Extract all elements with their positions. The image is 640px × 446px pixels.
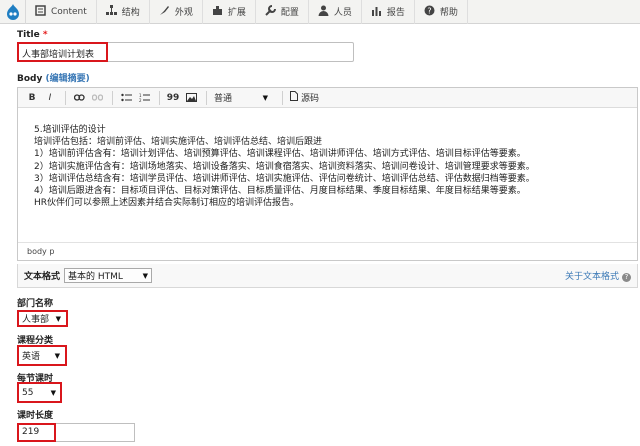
admin-toolbar: Content 结构 外观 扩展 配置 人员 报告 ? 帮助: [0, 0, 640, 24]
link-icon[interactable]: [71, 90, 87, 106]
chevron-down-icon: ▼: [262, 93, 268, 102]
source-icon: [290, 91, 298, 104]
duration-highlight-box: [17, 423, 56, 442]
help-icon: ?: [622, 273, 631, 282]
image-icon[interactable]: [183, 90, 199, 106]
help-icon: ?: [424, 5, 435, 19]
about-text-formats-link[interactable]: 关于文本格式?: [565, 269, 631, 282]
toolbar-item-reports[interactable]: 报告: [362, 0, 415, 24]
toolbar-item-extend[interactable]: 扩展: [203, 0, 256, 24]
toolbar-item-label: 配置: [280, 8, 299, 18]
appearance-icon: [159, 5, 170, 19]
toolbar-divider: [112, 90, 113, 105]
content-line: 培训评估包括：培训前评估、培训实施评估、培训评估总结、培训后跟进: [34, 137, 323, 148]
toolbar-divider: [65, 90, 66, 105]
edit-summary-link[interactable]: (编辑摘要): [46, 74, 90, 84]
toolbar-divider: [206, 90, 207, 105]
wrench-icon: [265, 4, 276, 19]
source-button[interactable]: 源码: [288, 90, 321, 106]
toolbar-item-config[interactable]: 配置: [256, 0, 309, 24]
bulleted-list-icon[interactable]: [118, 90, 134, 106]
reports-icon: [371, 5, 382, 19]
text-format-label: 文本格式: [24, 272, 61, 282]
toolbar-item-label: 帮助: [439, 8, 458, 18]
element-path-bar: body p: [18, 242, 637, 260]
text-format-row: 文本格式 基本的 HTML ▼ 关于文本格式?: [17, 264, 638, 288]
toolbar-divider: [159, 90, 160, 105]
toolbar-item-label: 报告: [386, 8, 405, 18]
toolbar-item-label: Content: [51, 6, 87, 17]
content-line: 1）培训前评估含有：培训计划评估、培训预算评估、培训课程评估、培训讲师评估、培训…: [34, 149, 526, 160]
duration-label: 课时长度: [17, 411, 54, 421]
extend-icon: [212, 5, 223, 19]
content-line: HR伙伴们可以参照上述因素并结合实际制订相应的培训评估报告。: [34, 198, 300, 209]
people-icon: [318, 5, 329, 19]
svg-text:?: ?: [427, 6, 431, 15]
italic-button[interactable]: I: [42, 90, 58, 106]
editor-content[interactable]: 5.培训评估的设计 培训评估包括：培训前评估、培训实施评估、培训评估总结、培训后…: [18, 108, 637, 209]
title-highlight-box: [17, 42, 108, 62]
toolbar-item-label: 扩展: [227, 8, 246, 18]
title-label: Title *: [17, 30, 48, 40]
paragraph-format-dropdown[interactable]: 普通 ▼: [212, 90, 270, 106]
toolbar-item-structure[interactable]: 结构: [97, 0, 150, 24]
content-line: 4）培训后跟进含有：目标项目评估、目标对策评估、目标质量评估、月度目标结果、季度…: [34, 186, 526, 197]
structure-icon: [105, 4, 117, 19]
numbered-list-icon[interactable]: 12: [136, 90, 152, 106]
body-label: Body (编辑摘要): [17, 74, 90, 84]
content-icon: [35, 4, 46, 19]
toolbar-item-people[interactable]: 人员: [309, 0, 362, 24]
drupal-logo-icon[interactable]: [0, 0, 26, 24]
hours-per-session-highlight-box: [17, 382, 62, 403]
toolbar-item-label: 外观: [174, 8, 193, 18]
editor-toolbar: B I 12 99 普通 ▼ 源码: [18, 88, 637, 108]
svg-text:2: 2: [139, 98, 142, 103]
toolbar-item-label: 人员: [333, 8, 352, 18]
course-category-highlight-box: [17, 345, 67, 366]
toolbar-divider: [282, 90, 283, 105]
department-label: 部门名称: [17, 299, 54, 309]
body-editor[interactable]: B I 12 99 普通 ▼ 源码 5.培训评估的设计 培训评估包括：培训前评估…: [17, 87, 638, 261]
unlink-icon[interactable]: [89, 90, 105, 106]
content-line: 2）培训实施评估含有：培训场地落实、培训设备落实、培训食宿落实、培训资料落实、培…: [34, 161, 535, 172]
required-marker: *: [42, 30, 48, 40]
toolbar-item-appearance[interactable]: 外观: [150, 0, 203, 24]
blockquote-button[interactable]: 99: [165, 90, 181, 106]
chevron-down-icon: ▼: [142, 271, 149, 280]
toolbar-item-content[interactable]: Content: [26, 0, 97, 24]
content-line: 3）培训评估总结含有：培训学员评估、培训讲师评估、培训实施评估、评估问卷统计、培…: [34, 173, 535, 184]
text-format-select[interactable]: 基本的 HTML ▼: [64, 268, 153, 283]
department-highlight-box: [17, 310, 68, 327]
bold-button[interactable]: B: [24, 90, 40, 106]
toolbar-item-help[interactable]: ? 帮助: [415, 0, 468, 24]
content-line: 5.培训评估的设计: [34, 125, 106, 135]
toolbar-item-label: 结构: [121, 8, 140, 18]
